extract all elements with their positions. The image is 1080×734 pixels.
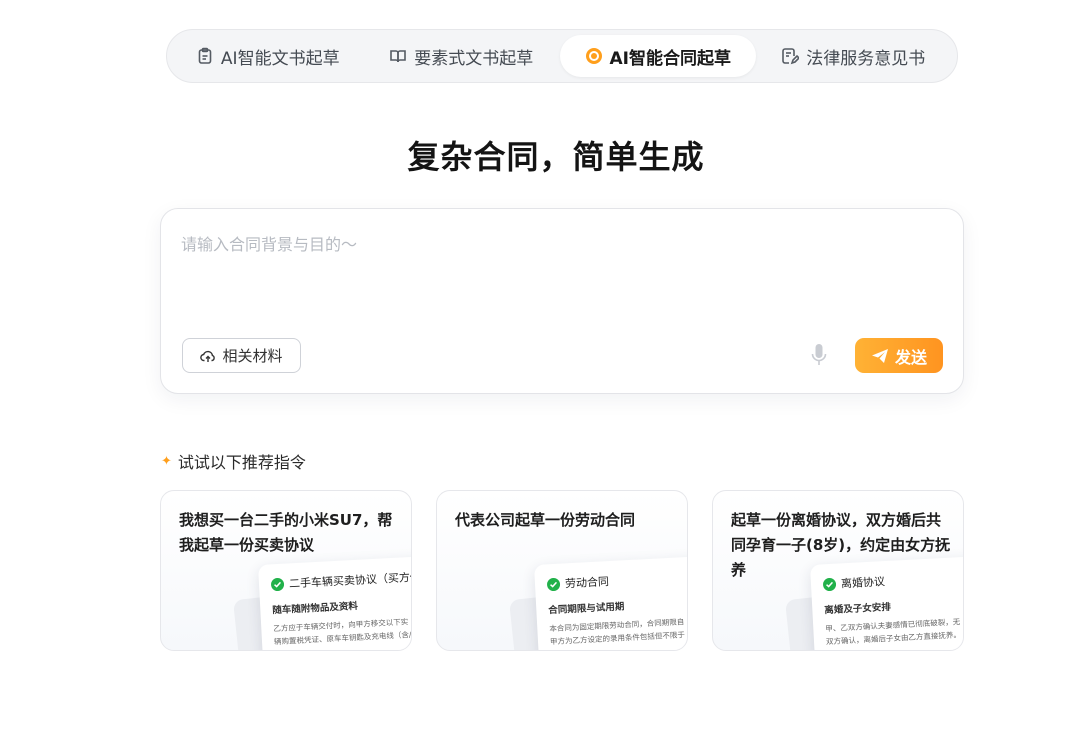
check-icon [270, 577, 285, 591]
doc-title-row: 二手车辆买卖协议（买方保 [270, 568, 412, 592]
doc-title-row: 离婚协议 [822, 568, 963, 592]
send-label: 发送 [894, 349, 927, 367]
page-title: 复杂合同，简单生成 [407, 138, 705, 176]
doc-preview: 劳动合同 合同期限与试用期 本合同为固定期限劳动合同，合同期限自 甲方为乙方设定… [534, 555, 687, 650]
suggestion-card[interactable]: 代表公司起草一份劳动合同 劳动合同 合同期限与试用期 本合同为固定期限劳动合同，… [436, 490, 688, 651]
suggestion-card[interactable]: 起草一份离婚协议，双方婚后共同孕育一子(8岁)，约定由女方抚养 离婚协议 离婚及… [712, 490, 964, 651]
paper-plane-icon [871, 348, 889, 364]
target-icon [585, 47, 603, 65]
doc-body: 本合同为固定期限劳动合同，合同期限自 甲方为乙方设定的录用条件包括但不限于 [549, 617, 686, 647]
edit-doc-icon [781, 47, 800, 65]
doc-title: 二手车辆买卖协议（买方保 [288, 570, 412, 591]
doc-preview: 二手车辆买卖协议（买方保 随车随附物品及资料 乙方应于车辆交付时，向甲方移交以下… [258, 555, 412, 650]
check-icon [546, 577, 561, 591]
doc-body: 乙方应于车辆交付时，向甲方移交以下实 辆购置税凭证、原车车钥匙及充电线（含/不含… [273, 617, 412, 647]
tab-label: 法律服务意见书 [806, 48, 926, 69]
mode-tabs: AI智能文书起草 要素式文书起草 AI智能合同起草 法律服务意见书 [166, 29, 958, 83]
check-icon [822, 577, 837, 591]
doc-section-title: 合同期限与试用期 [548, 601, 625, 617]
clipboard-icon [196, 47, 214, 65]
doc-title-row: 劳动合同 [546, 568, 687, 592]
tab-label: AI智能文书起草 [220, 48, 340, 69]
tab-ai-contract-drafting[interactable]: AI智能合同起草 [560, 35, 756, 77]
doc-title: 离婚协议 [840, 575, 886, 591]
suggestion-text: 我想买一台二手的小米SU7，帮我起草一份买卖协议 [179, 511, 393, 554]
sparkle-icon: ✦ [161, 453, 172, 469]
tab-element-document-drafting[interactable]: 要素式文书起草 [363, 35, 561, 77]
page: AI智能文书起草 要素式文书起草 AI智能合同起草 法律服务意见书 复杂合同，简… [0, 0, 1080, 734]
prompt-composer: 相关材料 发送 [160, 208, 964, 394]
tab-legal-opinion[interactable]: 法律服务意见书 [756, 35, 952, 77]
doc-preview: 离婚协议 离婚及子女安排 甲、乙双方确认夫妻感情已彻底破裂，无 双方确认，离婚后… [810, 555, 963, 650]
book-icon [389, 47, 407, 65]
microphone-icon [810, 343, 828, 367]
microphone-button[interactable] [808, 342, 830, 368]
suggestion-cards: 我想买一台二手的小米SU7，帮我起草一份买卖协议 二手车辆买卖协议（买方保 随车… [160, 490, 964, 651]
tab-label: 要素式文书起草 [414, 48, 534, 69]
doc-body: 甲、乙双方确认夫妻感情已彻底破裂，无 双方确认，离婚后子女由乙方直接抚养。 [825, 617, 962, 647]
suggestion-text: 代表公司起草一份劳动合同 [455, 511, 636, 529]
tab-label: AI智能合同起草 [609, 48, 731, 69]
doc-title: 劳动合同 [564, 575, 610, 591]
suggestion-card[interactable]: 我想买一台二手的小米SU7，帮我起草一份买卖协议 二手车辆买卖协议（买方保 随车… [160, 490, 412, 651]
prompt-input[interactable] [181, 231, 941, 321]
suggestions-header-label: 试试以下推荐指令 [177, 453, 306, 472]
related-materials-label: 相关材料 [222, 348, 283, 365]
doc-section-title: 随车随附物品及资料 [272, 600, 359, 617]
suggestions-header: ✦ 试试以下推荐指令 [161, 449, 306, 473]
related-materials-button[interactable]: 相关材料 [182, 338, 301, 373]
doc-section-title: 离婚及子女安排 [824, 601, 892, 617]
send-button[interactable]: 发送 [855, 338, 943, 373]
cloud-upload-icon [200, 348, 216, 364]
tab-ai-document-drafting[interactable]: AI智能文书起草 [173, 35, 363, 77]
